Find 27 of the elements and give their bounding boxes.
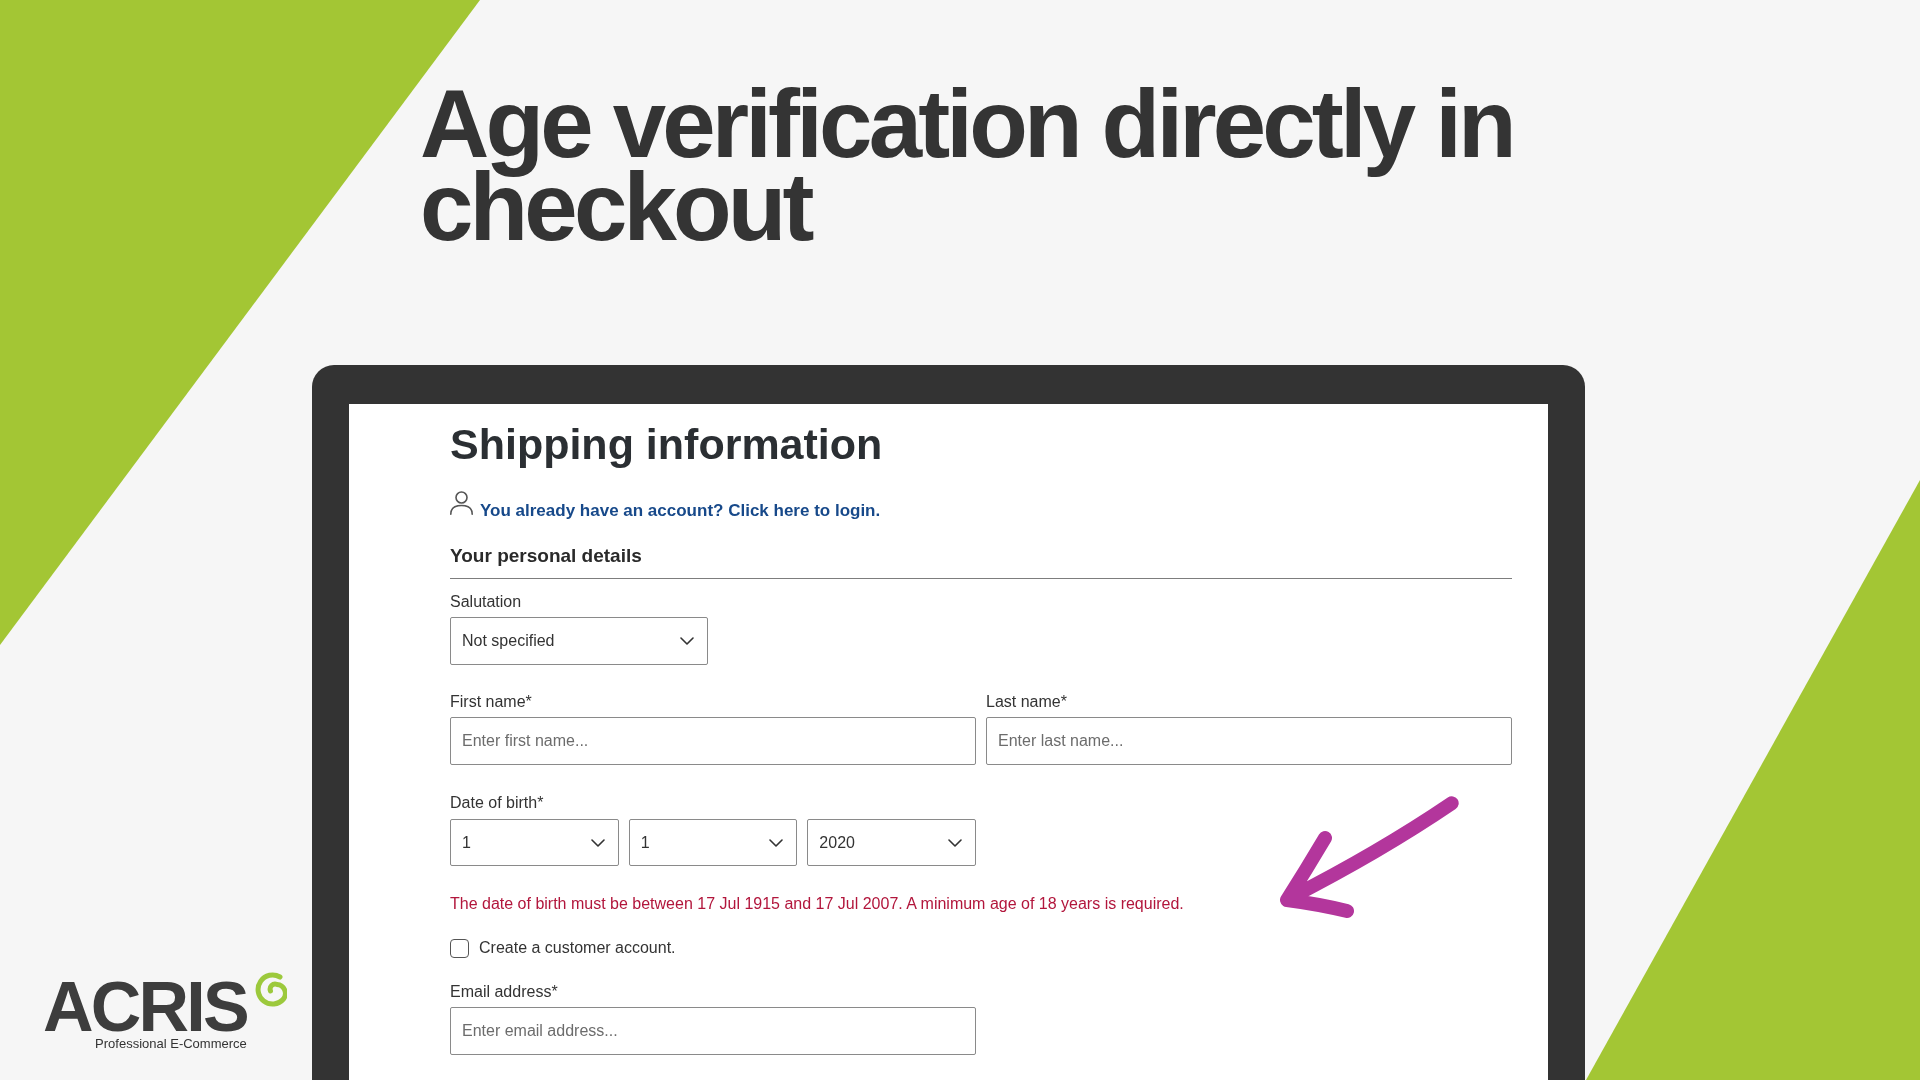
date-dropdown[interactable]: 1: [450, 819, 619, 866]
date-dropdown[interactable]: 2020: [807, 819, 976, 866]
user-icon: [450, 491, 473, 515]
checkbox-label: Create a customer account.: [479, 938, 676, 958]
field-label: Email address*: [450, 982, 558, 1002]
logo-wordmark: ACRIS: [43, 975, 247, 1039]
chevron-down-icon: [769, 838, 784, 847]
headline: Age verification directly in checkout: [420, 82, 1514, 248]
page-heading: Shipping information: [450, 419, 883, 469]
curved-arrow-icon: [1280, 796, 1459, 919]
field-label: First name*: [450, 692, 532, 712]
text-field[interactable]: Enter last name...: [986, 717, 1512, 765]
field-label: Date of birth*: [450, 793, 544, 813]
logo-tagline: Professional E-Commerce: [95, 1036, 247, 1052]
date-dropdown[interactable]: 1: [628, 819, 798, 866]
chevron-down-icon: [590, 838, 605, 847]
field-label: Last name*: [986, 692, 1067, 712]
login-link[interactable]: You already have an account? Click here to login.: [480, 499, 881, 523]
chevron-down-icon: [948, 838, 962, 847]
salutation-dropdown[interactable]: Not specified: [450, 617, 708, 665]
text-field[interactable]: Enter first name...: [450, 717, 976, 765]
checkbox[interactable]: [450, 938, 469, 958]
email-field[interactable]: Enter email address...: [450, 1007, 976, 1055]
section-title: Your personal details: [450, 544, 642, 568]
chevron-down-icon: [680, 637, 694, 645]
field-label: Salutation: [450, 592, 522, 612]
error-message: The date of birth must be between 17 Jul 1915 and 17 Jul 2007. A minimum age of 18 years is required.: [450, 894, 1184, 914]
